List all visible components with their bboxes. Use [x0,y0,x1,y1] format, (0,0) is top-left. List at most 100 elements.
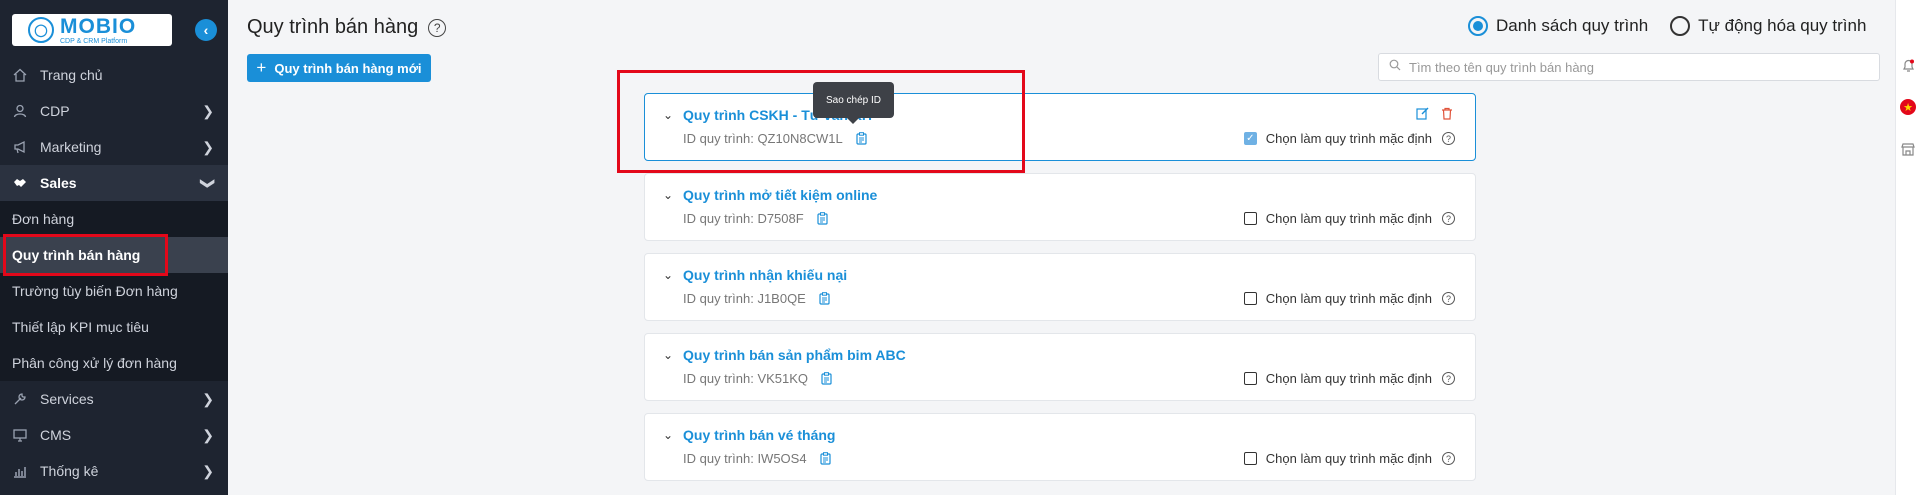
sidebar-item-home[interactable]: Trang chủ [0,57,228,93]
tools-icon [12,391,28,407]
process-id-label: ID quy trình: [683,211,754,226]
expand-chevron-icon[interactable]: ⌄ [663,188,673,202]
new-process-label: Quy trình bán hàng mới [274,60,422,76]
page-title-text: Quy trình bán hàng [247,16,419,38]
chevron-right-icon: ❯ [202,139,214,155]
search-input[interactable] [1409,59,1869,75]
view-option-label: Danh sách quy trình [1496,16,1649,35]
sidebar-item-label: Marketing [40,139,102,155]
help-icon[interactable]: ? [1442,132,1455,145]
sidebar-item-cms[interactable]: CMS ❯ [0,417,228,453]
sidebar-subitem-order-assignment[interactable]: Phân công xử lý đơn hàng [0,345,228,381]
process-id-value: J1B0QE [757,291,806,306]
edit-icon[interactable] [1416,107,1429,120]
default-label: Chọn làm quy trình mặc định [1265,131,1432,146]
vietnam-flag-icon[interactable]: ★ [1900,99,1916,115]
logo-icon: ◯ [28,17,54,43]
new-process-button[interactable]: + Quy trình bán hàng mới [247,54,431,82]
expand-chevron-icon[interactable]: ⌄ [663,268,673,282]
sidebar-collapse-button[interactable]: ‹ [195,19,217,41]
sidebar: ◯ MOBIO CDP & CRM Platform ‹ Trang chủ C… [0,0,228,495]
default-checkbox-row[interactable]: Chọn làm quy trình mặc định ? [1243,291,1455,306]
copy-id-icon[interactable] [819,292,830,305]
checkbox-checked-icon[interactable]: ✓ [1243,132,1257,145]
brand-logo[interactable]: ◯ MOBIO CDP & CRM Platform [12,14,172,46]
page-title: Quy trình bán hàng ? [247,16,447,39]
view-option-automation[interactable]: Tự động hóa quy trình [1670,16,1866,36]
process-id-label: ID quy trình: [683,371,754,386]
radio-selected-icon[interactable] [1468,16,1488,36]
home-icon [12,67,28,83]
process-id-label: ID quy trình: [683,451,754,466]
brand-tagline: CDP & CRM Platform [60,37,128,45]
radio-unselected-icon[interactable] [1670,16,1691,36]
process-card[interactable]: ⌄ Quy trình bán sản phẩm bim ABC ID quy … [644,333,1476,401]
help-icon[interactable]: ? [1442,292,1455,305]
copy-id-icon[interactable] [819,452,831,465]
checkbox-icon[interactable] [1243,292,1257,305]
view-option-label: Tự động hóa quy trình [1698,16,1867,35]
chevron-right-icon: ❯ [202,103,214,119]
default-checkbox-row[interactable]: Chọn làm quy trình mặc định ? [1243,371,1455,386]
sidebar-subitem-orders[interactable]: Đơn hàng [0,201,228,237]
plus-icon: + [256,58,267,77]
handshake-icon [12,175,28,191]
process-name[interactable]: Quy trình mở tiết kiệm online [683,187,877,203]
sidebar-item-label: Sales [40,175,77,191]
checkbox-icon[interactable] [1243,212,1257,225]
expand-chevron-icon[interactable]: ⌄ [663,348,673,362]
help-icon[interactable]: ? [1442,372,1455,385]
expand-chevron-icon[interactable]: ⌄ [663,428,673,442]
sidebar-item-reports[interactable]: Thống kê ❯ [0,453,228,489]
delete-icon[interactable] [1441,107,1453,120]
highlight-box [3,234,168,276]
sidebar-item-marketing[interactable]: Marketing ❯ [0,129,228,165]
default-label: Chọn làm quy trình mặc định [1265,211,1432,226]
store-icon[interactable] [1900,141,1916,157]
process-card[interactable]: ⌄ Quy trình nhận khiếu nại ID quy trình:… [644,253,1476,321]
monitor-icon [12,427,28,443]
help-icon[interactable]: ? [428,18,447,37]
process-id-label: ID quy trình: [683,291,754,306]
copy-id-icon[interactable] [821,372,832,385]
search-icon [1389,58,1401,76]
process-card[interactable]: ⌄ Quy trình bán vé tháng ID quy trình: I… [644,413,1476,481]
default-checkbox-row[interactable]: Chọn làm quy trình mặc định ? [1243,211,1455,226]
sidebar-item-label: CDP [40,103,70,119]
sidebar-subitem-kpi-settings[interactable]: Thiết lập KPI mục tiêu [0,309,228,345]
sidebar-item-sales[interactable]: Sales ❯ [0,165,228,201]
process-id-value: VK51KQ [757,371,809,386]
checkbox-icon[interactable] [1243,372,1257,385]
default-label: Chọn làm quy trình mặc định [1265,371,1432,386]
view-switcher: Danh sách quy trình Tự động hóa quy trìn… [1468,16,1866,36]
sidebar-item-label: Thống kê [40,463,99,479]
megaphone-icon [12,139,28,155]
process-name[interactable]: Quy trình bán vé tháng [683,427,835,443]
sidebar-item-label: Services [40,391,94,407]
bar-chart-icon [12,463,28,479]
default-checkbox-row[interactable]: Chọn làm quy trình mặc định ? [1243,451,1455,466]
sidebar-subitem-order-custom-fields[interactable]: Trường tùy biến Đơn hàng [0,273,228,309]
sidebar-item-label: CMS [40,427,72,443]
process-name[interactable]: Quy trình nhận khiếu nại [683,267,847,283]
brand-name: MOBIO [60,14,137,38]
right-rail: ★ [1895,0,1919,495]
chevron-right-icon: ❯ [202,391,214,407]
chevron-right-icon: ❯ [202,427,214,443]
default-label: Chọn làm quy trình mặc định [1265,451,1432,466]
chevron-down-icon: ❯ [200,177,217,190]
process-name[interactable]: Quy trình bán sản phẩm bim ABC [683,347,906,363]
chevron-right-icon: ❯ [202,463,214,479]
default-checkbox-row[interactable]: ✓ Chọn làm quy trình mặc định ? [1243,131,1455,146]
help-icon[interactable]: ? [1442,212,1455,225]
bell-icon[interactable] [1900,58,1916,74]
sidebar-item-cdp[interactable]: CDP ❯ [0,93,228,129]
user-icon [12,103,28,119]
default-label: Chọn làm quy trình mặc định [1265,291,1432,306]
process-card[interactable]: ⌄ Quy trình mở tiết kiệm online ID quy t… [644,173,1476,241]
view-option-list[interactable]: Danh sách quy trình [1468,16,1648,36]
help-icon[interactable]: ? [1442,452,1455,465]
copy-id-icon[interactable] [817,212,828,225]
checkbox-icon[interactable] [1243,452,1257,465]
sidebar-item-services[interactable]: Services ❯ [0,381,228,417]
